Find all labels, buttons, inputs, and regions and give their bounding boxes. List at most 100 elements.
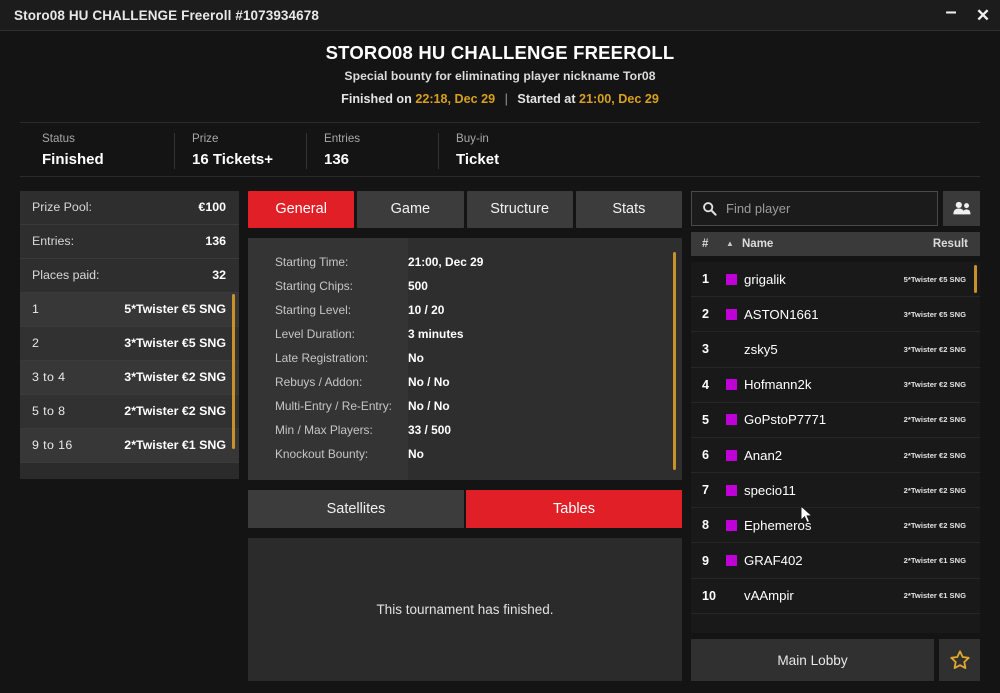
started-time: 21:00, Dec 29 <box>579 91 659 106</box>
player-rank: 3 <box>702 342 710 357</box>
prize-pool-panel: Prize Pool: €100 Entries: 136 Places paid: 32… <box>20 190 239 479</box>
column-header-result[interactable]: Result <box>933 238 968 250</box>
player-result: 2*Twister €2 SNG <box>903 450 966 460</box>
lobby-body: Prize Pool: €100 Entries: 136 Places paid: 32… <box>0 177 1000 693</box>
prize-structure-column: Prize Pool: €100 Entries: 136 Places paid: 32… <box>20 190 239 681</box>
table-row[interactable]: 2 ASTON1661 3*Twister €5 SNG <box>691 297 980 333</box>
payout-row: 2 3*Twister €5 SNG <box>20 326 239 361</box>
player-color-chip <box>726 414 737 426</box>
tab-stats[interactable]: Stats <box>575 190 682 228</box>
finished-time: 22:18, Dec 29 <box>415 91 496 106</box>
detail-row: Late Registration: No <box>248 346 682 370</box>
player-rank: 8 <box>702 518 710 533</box>
detail-value: No / No <box>408 398 450 413</box>
player-result: 2*Twister €2 SNG <box>903 415 966 425</box>
player-rank: 2 <box>702 307 710 322</box>
prize-info-value: 32 <box>212 268 226 283</box>
table-row[interactable]: 9 GRAF402 2*Twister €1 SNG <box>691 543 980 579</box>
payout-place: 9 to 16 <box>32 438 73 453</box>
player-rank: 5 <box>702 412 710 427</box>
player-result: 2*Twister €2 SNG <box>903 485 966 495</box>
player-color-chip <box>726 555 737 567</box>
close-button[interactable]: ✕ <box>974 5 992 27</box>
search-input[interactable] <box>726 200 927 216</box>
tab-game[interactable]: Game <box>357 190 464 228</box>
prize-info-row: Entries: 136 <box>20 224 239 259</box>
minimize-button[interactable]: – <box>942 2 960 27</box>
player-rank: 7 <box>702 483 710 498</box>
subtab-satellites[interactable]: Satellites <box>248 489 464 528</box>
detail-value: 21:00, Dec 29 <box>408 254 484 269</box>
player-result: 3*Twister €2 SNG <box>903 380 966 390</box>
players-column: # ▲ Name Result 1 grigalik 5*Twister €5 SN… <box>691 190 980 681</box>
window-controls: – ✕ <box>942 0 992 31</box>
tab-general[interactable]: General <box>248 190 355 228</box>
player-result: 3*Twister €5 SNG <box>903 309 966 319</box>
table-row[interactable]: 6 Anan2 2*Twister €2 SNG <box>691 438 980 474</box>
player-rank: 4 <box>702 377 710 392</box>
detail-row: Rebuys / Addon: No / No <box>248 370 682 394</box>
detail-label: Late Registration: <box>275 350 369 365</box>
prize-info-value: €100 <box>198 200 226 215</box>
payout-place: 3 to 4 <box>32 370 66 385</box>
payout-row: 5 to 8 2*Twister €2 SNG <box>20 394 239 429</box>
star-icon[interactable] <box>939 639 980 681</box>
detail-value: 33 / 500 <box>408 422 451 437</box>
info-column: General Game Structure Stats Starting Time:… <box>248 190 682 681</box>
player-color-chip <box>726 273 737 285</box>
prize-info-value: 136 <box>205 234 226 249</box>
payout-place: 1 <box>32 302 40 317</box>
table-row[interactable]: 4 Hofmann2k 3*Twister €2 SNG <box>691 368 980 403</box>
detail-value: No / No <box>408 374 450 389</box>
tournament-stats-strip: Status Finished Prize 16 Tickets+ Entries 136… <box>20 121 980 177</box>
sort-ascending-icon[interactable]: ▲ <box>726 239 742 248</box>
tables-subtabs: Satellites Tables <box>248 489 682 528</box>
column-header-name[interactable]: Name <box>742 238 933 250</box>
player-name: specio11 <box>744 482 796 498</box>
player-name: Anan2 <box>744 447 783 463</box>
column-header-number[interactable]: # <box>702 238 726 250</box>
player-list: 1 grigalik 5*Twister €5 SNG 2 ASTON1661 3*Twi… <box>691 261 980 633</box>
stat-buy-in: Buy-in Ticket <box>438 131 570 170</box>
payout-prize: 5*Twister €5 SNG <box>124 302 226 317</box>
subtab-tables[interactable]: Tables <box>466 489 682 528</box>
tab-structure[interactable]: Structure <box>466 190 573 228</box>
detail-row: Starting Chips: 500 <box>248 274 682 298</box>
table-row[interactable]: 10 vAAmpir 2*Twister €1 SNG <box>691 579 980 614</box>
stat-value: Ticket <box>456 150 500 168</box>
detail-label: Starting Chips: <box>275 278 353 293</box>
tables-empty-message: This tournament has finished. <box>376 601 554 617</box>
detail-label: Multi-Entry / Re-Entry: <box>275 398 392 413</box>
detail-label: Starting Time: <box>275 254 349 269</box>
player-result: 2*Twister €1 SNG <box>903 591 966 601</box>
main-lobby-button[interactable]: Main Lobby <box>691 639 934 681</box>
table-row[interactable]: 3 zsky5 3*Twister €2 SNG <box>691 332 980 368</box>
stat-entries: Entries 136 <box>306 131 438 170</box>
player-name: GRAF402 <box>744 553 803 569</box>
player-name: ASTON1661 <box>744 306 819 322</box>
table-row[interactable]: 5 GoPstoP7771 2*Twister €2 SNG <box>691 403 980 438</box>
prize-info-row: Prize Pool: €100 <box>20 190 239 225</box>
player-result: 5*Twister €5 SNG <box>903 274 966 284</box>
table-row[interactable]: 7 specio11 2*Twister €2 SNG <box>691 473 980 509</box>
detail-label: Knockout Bounty: <box>275 446 369 461</box>
table-row[interactable]: 8 Ephemeros 2*Twister €2 SNG <box>691 508 980 544</box>
title-bar: Storo08 HU CHALLENGE Freeroll #107393467… <box>0 0 1000 31</box>
player-result: 2*Twister €1 SNG <box>903 556 966 566</box>
people-icon[interactable] <box>943 190 980 226</box>
search-box[interactable] <box>691 190 938 226</box>
finished-label: Finished on <box>341 91 412 106</box>
stat-label: Prize <box>192 132 219 146</box>
table-row[interactable]: 1 grigalik 5*Twister €5 SNG <box>691 262 980 298</box>
player-name: Hofmann2k <box>744 377 812 393</box>
prize-info-label: Prize Pool: <box>32 200 92 215</box>
info-tabs: General Game Structure Stats <box>248 190 682 228</box>
times-separator: | <box>504 91 508 106</box>
payout-place: 2 <box>32 336 40 351</box>
stat-value: Finished <box>42 150 104 168</box>
prize-panel-scrollbar[interactable] <box>232 293 235 449</box>
player-list-scrollbar[interactable] <box>974 264 977 293</box>
player-rank: 9 <box>702 553 710 568</box>
detail-row: Multi-Entry / Re-Entry: No / No <box>248 394 682 418</box>
tournament-title: STORO08 HU CHALLENGE FREEROLL <box>325 42 675 63</box>
